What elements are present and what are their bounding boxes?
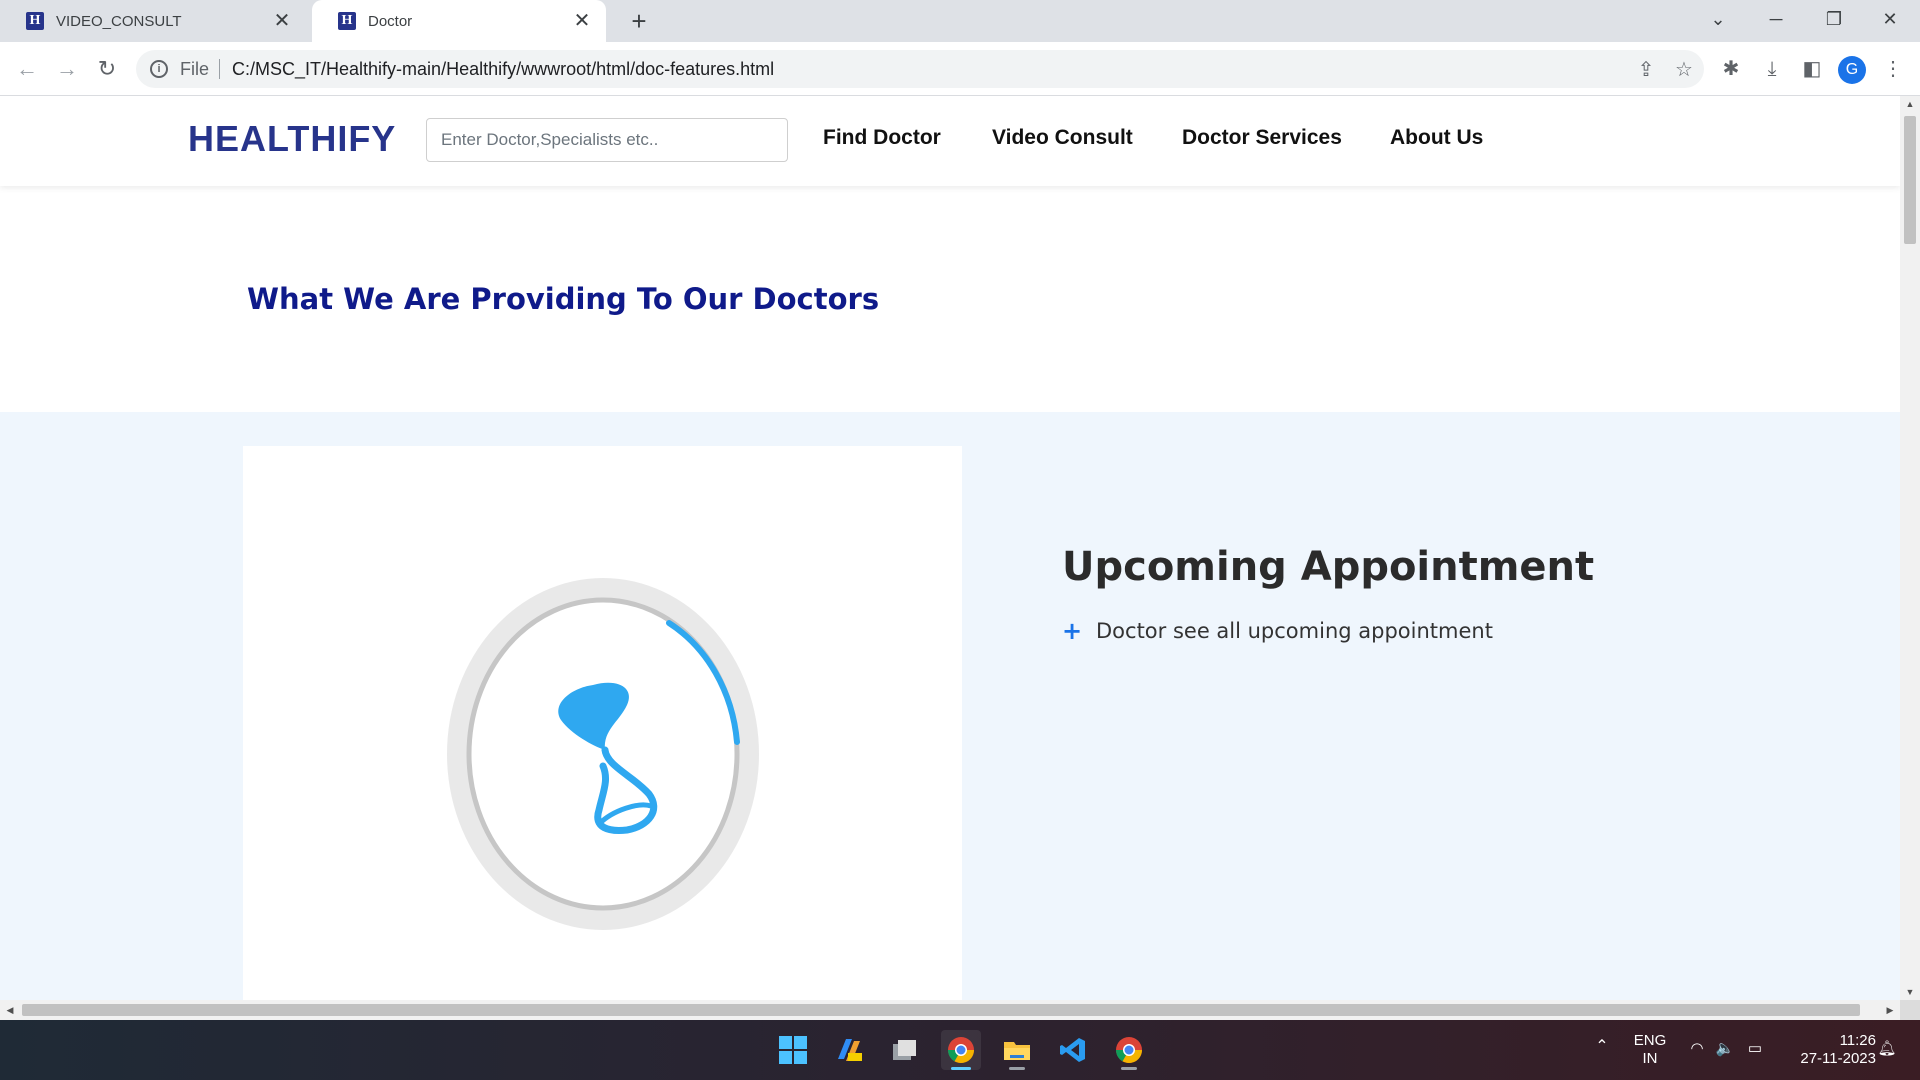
notification-bell-icon[interactable]: 🔔︎ (1874, 1040, 1900, 1058)
feature-item-text: Doctor see all upcoming appointment (1096, 619, 1493, 643)
scroll-up-arrow-icon[interactable]: ▲ (1900, 96, 1920, 112)
vertical-scroll-thumb[interactable] (1904, 116, 1916, 244)
vscode-app[interactable] (1053, 1030, 1093, 1070)
copilot-pre-icon (838, 1039, 862, 1061)
nav-doctor-services[interactable]: Doctor Services (1182, 126, 1342, 150)
scroll-left-arrow-icon[interactable]: ◀ (2, 1000, 18, 1020)
chrome-profile-app[interactable] (1109, 1030, 1149, 1070)
wifi-icon[interactable]: ◠ (1686, 1040, 1708, 1058)
address-url: C:/MSC_IT/Healthify-main/Healthify/wwwro… (232, 58, 775, 79)
nav-about-us[interactable]: About Us (1390, 126, 1483, 150)
close-window-button[interactable]: ✕ (1862, 0, 1918, 38)
task-view-icon (893, 1040, 916, 1060)
windows-taskbar: ⌃ ENG IN ◠ 🔈 ▭ 11:26 27-11-2023 🔔︎ (0, 1020, 1920, 1080)
healthify-favicon-icon: H (26, 12, 44, 30)
address-bar[interactable]: i File C:/MSC_IT/Healthify-main/Healthif… (136, 50, 1704, 88)
back-button[interactable]: ← (12, 54, 42, 84)
extensions-puzzle-icon[interactable]: ✱ (1716, 54, 1746, 84)
site-header: HEALTHIFY Find Doctor Video Consult Doct… (0, 96, 1900, 186)
doctor-search-input[interactable] (426, 118, 788, 162)
minimize-button[interactable]: ─ (1748, 0, 1804, 38)
start-button[interactable] (773, 1030, 813, 1070)
page-viewport: HEALTHIFY Find Doctor Video Consult Doct… (0, 96, 1900, 1000)
site-info-icon[interactable]: i (150, 60, 168, 78)
running-app-indicator (1121, 1067, 1137, 1070)
language-indicator[interactable]: ENG IN (1630, 1032, 1670, 1068)
vscode-icon (1060, 1038, 1085, 1062)
tab-search-chevron-icon[interactable]: ⌄ (1690, 0, 1746, 38)
section-title: What We Are Providing To Our Doctors (247, 282, 880, 316)
folder-icon (1004, 1042, 1030, 1060)
tab-title: VIDEO_CONSULT (56, 12, 182, 30)
clock[interactable]: 11:26 27-11-2023 (1780, 1032, 1876, 1068)
feature-list-item: + Doctor see all upcoming appointment (1062, 617, 1493, 645)
site-logo[interactable]: HEALTHIFY (188, 118, 396, 160)
hourglass-loader-icon (447, 578, 759, 930)
healthify-favicon-icon: H (338, 12, 356, 30)
share-icon[interactable]: ⇪ (1634, 58, 1658, 82)
windows-logo-icon (779, 1036, 807, 1064)
profile-avatar[interactable]: G (1838, 56, 1866, 84)
feature-section: Upcoming Appointment + Doctor see all up… (0, 412, 1900, 1000)
battery-icon[interactable]: ▭ (1744, 1040, 1766, 1058)
horizontal-scrollbar[interactable]: ◀ ▶ (0, 1000, 1900, 1020)
browser-toolbar: ← → ↻ i File C:/MSC_IT/Healthify-main/He… (0, 42, 1920, 96)
scroll-right-arrow-icon[interactable]: ▶ (1882, 1000, 1898, 1020)
horizontal-scroll-thumb[interactable] (22, 1004, 1860, 1016)
volume-icon[interactable]: 🔈 (1714, 1040, 1736, 1058)
restore-button[interactable]: ❐ (1806, 0, 1862, 38)
task-view-app[interactable] (885, 1030, 925, 1070)
browser-tab-strip: H VIDEO_CONSULT ✕ H Doctor ✕ + ⌄ ─ ❐ ✕ (0, 0, 1920, 42)
bookmark-star-icon[interactable]: ☆ (1672, 58, 1696, 82)
address-separator (219, 59, 221, 79)
browser-tab-doctor[interactable]: H Doctor ✕ (312, 0, 606, 42)
new-tab-button[interactable]: + (624, 6, 654, 36)
nav-video-consult[interactable]: Video Consult (992, 126, 1133, 150)
scrollbar-corner (1900, 1000, 1920, 1020)
forward-button[interactable]: → (52, 54, 82, 84)
show-hidden-icons-chevron-icon[interactable]: ⌃ (1590, 1038, 1614, 1056)
chrome-app-active[interactable] (941, 1030, 981, 1070)
plus-icon: + (1062, 617, 1083, 645)
region-code: IN (1642, 1050, 1658, 1067)
browser-menu-icon[interactable]: ⋮ (1878, 54, 1908, 84)
running-app-indicator (1009, 1067, 1025, 1070)
scroll-down-arrow-icon[interactable]: ▼ (1900, 984, 1920, 1000)
close-tab-icon[interactable]: ✕ (572, 11, 592, 31)
close-tab-icon[interactable]: ✕ (272, 11, 292, 31)
reload-button[interactable]: ↻ (92, 54, 122, 84)
chrome-icon (947, 1037, 975, 1064)
vertical-scrollbar[interactable]: ▲ ▼ (1900, 96, 1920, 1000)
tab-title: Doctor (368, 12, 413, 30)
active-app-indicator (951, 1067, 971, 1070)
language-code: ENG (1633, 1032, 1667, 1049)
nav-find-doctor[interactable]: Find Doctor (823, 126, 941, 150)
downloads-icon[interactable]: ⤓ (1757, 54, 1787, 84)
file-explorer-app[interactable] (997, 1030, 1037, 1070)
copilot-app[interactable] (829, 1030, 869, 1070)
browser-tab-video-consult[interactable]: H VIDEO_CONSULT ✕ (0, 0, 306, 42)
feature-heading: Upcoming Appointment (1062, 544, 1595, 590)
clock-time: 11:26 (1839, 1032, 1876, 1049)
feature-illustration-card (243, 446, 962, 1000)
address-scheme: File (180, 58, 210, 79)
clock-date: 27-11-2023 (1800, 1050, 1876, 1067)
side-panel-icon[interactable]: ◧ (1797, 54, 1827, 84)
chrome-icon (1115, 1037, 1143, 1064)
